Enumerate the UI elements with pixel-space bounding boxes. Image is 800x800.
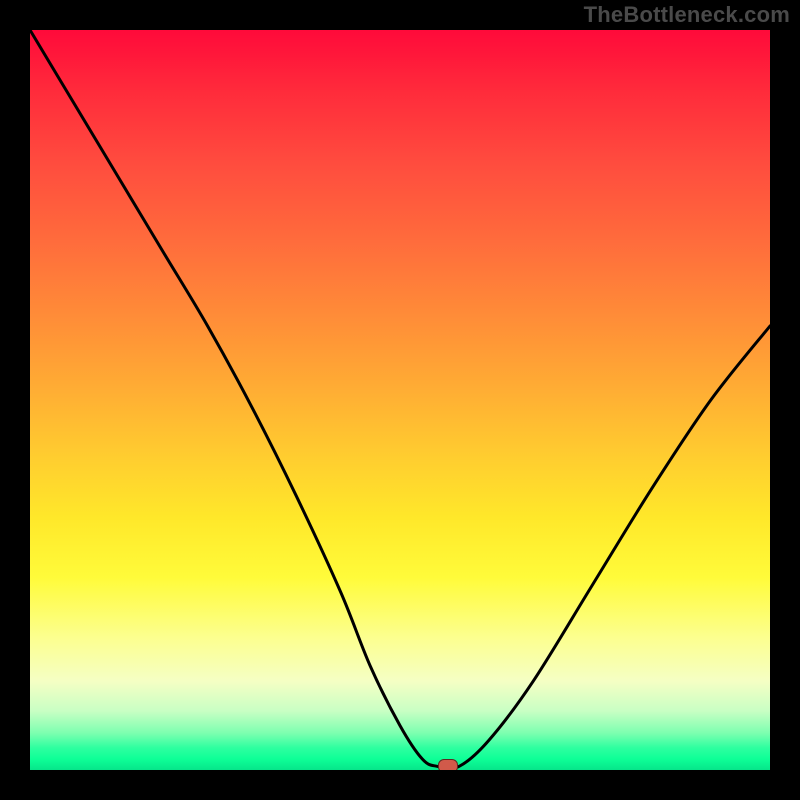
plot-area <box>30 30 770 770</box>
bottleneck-curve <box>30 30 770 770</box>
curve-path <box>30 30 770 769</box>
watermark-text: TheBottleneck.com <box>584 2 790 28</box>
chart-frame: TheBottleneck.com <box>0 0 800 800</box>
optimal-marker <box>438 759 458 770</box>
